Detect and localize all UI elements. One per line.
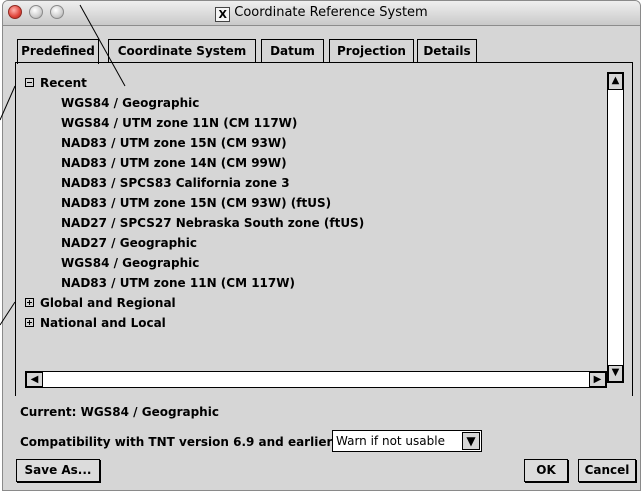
tree-group-global-regional[interactable]: Global and Regional (25, 293, 176, 313)
tree-group-label: Global and Regional (40, 296, 176, 310)
save-as-button[interactable]: Save As... (16, 459, 100, 482)
cancel-button[interactable]: Cancel (578, 459, 636, 482)
tree-item[interactable]: NAD27 / SPCS27 Nebraska South zone (ftUS… (61, 213, 364, 233)
tree-item[interactable]: NAD27 / Geographic (61, 233, 197, 253)
tree-item[interactable]: WGS84 / Geographic (61, 93, 199, 113)
expand-icon[interactable] (25, 298, 34, 307)
dropdown-arrow-icon[interactable]: ▼ (462, 432, 480, 450)
compatibility-selected-value: Warn if not usable (336, 434, 445, 448)
tree-item[interactable]: NAD83 / UTM zone 14N (CM 99W) (61, 153, 287, 173)
tab-datum[interactable]: Datum (261, 39, 324, 62)
tab-projection[interactable]: Projection (329, 39, 414, 62)
window-title: Coordinate Reference System (234, 5, 428, 20)
tree-item[interactable]: NAD83 / SPCS83 California zone 3 (61, 173, 290, 193)
tree-group-label: Recent (40, 76, 87, 90)
tab-predefined[interactable]: Predefined (17, 39, 99, 64)
scroll-up-arrow-icon[interactable]: ▲ (608, 73, 623, 90)
tab-details[interactable]: Details (417, 39, 477, 62)
tree-item[interactable]: WGS84 / UTM zone 11N (CM 117W) (61, 113, 297, 133)
window-title-area: X Coordinate Reference System (3, 5, 640, 22)
tree-item[interactable]: NAD83 / UTM zone 11N (CM 117W) (61, 273, 295, 293)
x11-icon: X (215, 7, 231, 22)
tree-group-label: National and Local (40, 316, 166, 330)
ok-button[interactable]: OK (524, 459, 568, 482)
compatibility-label: Compatibility with TNT version 6.9 and e… (20, 435, 338, 449)
title-bar: X Coordinate Reference System (3, 1, 640, 26)
tree-item[interactable]: NAD83 / UTM zone 15N (CM 93W) (ftUS) (61, 193, 331, 213)
tree-group-recent[interactable]: Recent (25, 73, 87, 93)
scroll-left-arrow-icon[interactable]: ◀ (26, 372, 43, 387)
vertical-scrollbar[interactable]: ▲ ▼ (607, 72, 624, 383)
tree-group-national-local[interactable]: National and Local (25, 313, 166, 333)
tree-item[interactable]: NAD83 / UTM zone 15N (CM 93W) (61, 133, 287, 153)
tree-item[interactable]: WGS84 / Geographic (61, 253, 199, 273)
crs-dialog-window: X Coordinate Reference System Predefined … (2, 0, 641, 491)
horizontal-scrollbar[interactable]: ◀ ▶ (25, 371, 607, 388)
tab-coordinate-system[interactable]: Coordinate System (108, 39, 256, 62)
crs-tree: Recent WGS84 / Geographic WGS84 / UTM zo… (25, 72, 608, 384)
compatibility-dropdown[interactable]: Warn if not usable ▼ (332, 430, 482, 452)
scroll-right-arrow-icon[interactable]: ▶ (589, 372, 606, 387)
current-crs-label: Current: WGS84 / Geographic (20, 405, 219, 419)
scroll-down-arrow-icon[interactable]: ▼ (608, 365, 623, 382)
expand-icon[interactable] (25, 318, 34, 327)
collapse-icon[interactable] (25, 78, 34, 87)
